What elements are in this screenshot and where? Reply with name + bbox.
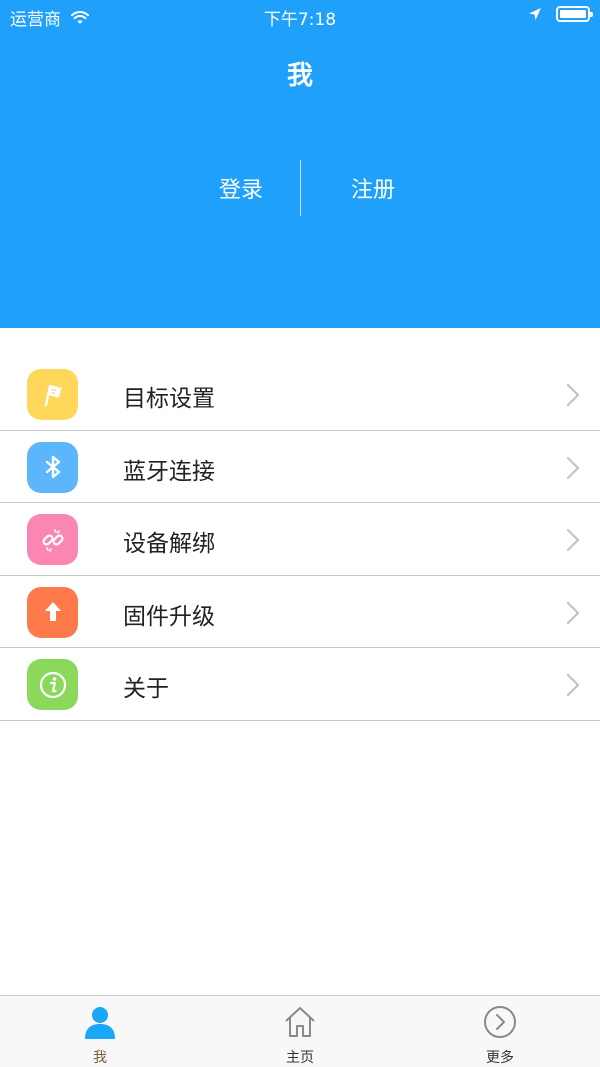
chevron-circle-icon (484, 1006, 516, 1038)
home-icon (285, 1007, 315, 1037)
tab-bar: 我 主页 更多 (0, 995, 600, 1067)
page-title: 我 (286, 61, 313, 91)
login-button[interactable]: 登录 (219, 172, 263, 204)
tab-me[interactable]: 我 (0, 996, 200, 1067)
menu-item-unbind-device[interactable]: 设备解绑 (0, 503, 600, 576)
menu-item-label: 设备解绑 (123, 531, 215, 557)
unlink-icon (27, 514, 78, 565)
settings-menu: 目标设置 蓝牙连接 设备解绑 固件升级 关于 (0, 358, 600, 721)
menu-item-label: 蓝牙连接 (123, 458, 215, 485)
chevron-right-icon (566, 601, 580, 624)
chevron-right-icon (566, 673, 580, 697)
chevron-right-icon (566, 456, 580, 479)
status-time: 下午7:18 (263, 10, 337, 30)
tab-label: 更多 (486, 1050, 514, 1066)
tab-home[interactable]: 主页 (200, 996, 400, 1067)
menu-item-label: 固件升级 (123, 603, 215, 630)
menu-item-about[interactable]: 关于 (0, 648, 600, 721)
menu-item-label: 目标设置 (123, 386, 215, 412)
auth-divider (300, 160, 301, 216)
tab-label: 主页 (286, 1050, 314, 1066)
location-arrow-icon (529, 8, 541, 20)
register-button[interactable]: 注册 (351, 172, 395, 204)
chevron-right-icon (566, 528, 580, 552)
menu-item-bluetooth[interactable]: 蓝牙连接 (0, 431, 600, 503)
info-icon (27, 659, 78, 710)
flag-icon (27, 369, 78, 420)
profile-screen: 运营商 下午7:18 我 登录 注册 目标设置 蓝牙连接 设备解绑 固件升级 关… (0, 0, 600, 1067)
upload-arrow-icon (27, 586, 78, 638)
auth-actions: 登录 注册 (0, 160, 600, 216)
tab-more[interactable]: 更多 (400, 996, 600, 1067)
status-bar: 运营商 下午7:18 (0, 0, 600, 32)
menu-item-goal-settings[interactable]: 目标设置 (0, 358, 600, 431)
battery-icon (556, 6, 593, 22)
chevron-right-icon (566, 383, 580, 407)
bluetooth-icon (27, 441, 78, 493)
menu-item-firmware-upgrade[interactable]: 固件升级 (0, 576, 600, 648)
menu-item-label: 关于 (123, 676, 169, 702)
person-icon (85, 1007, 115, 1039)
tab-label: 我 (93, 1050, 107, 1066)
status-right (528, 6, 593, 22)
header: 运营商 下午7:18 我 登录 注册 (0, 0, 600, 328)
